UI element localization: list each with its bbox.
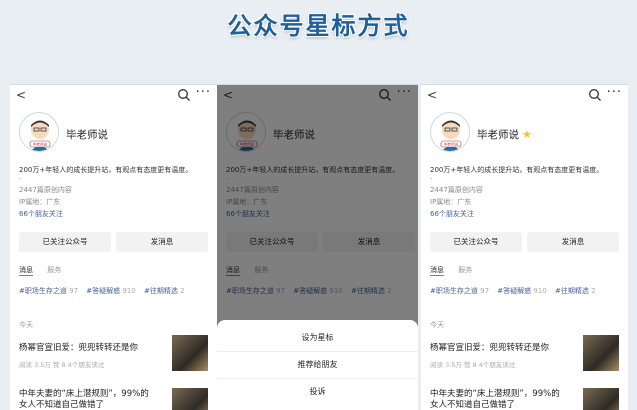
hashtag-label[interactable]: #往期精选	[144, 287, 178, 295]
original-count: 2447篇原创内容	[19, 186, 72, 194]
hashtag-count: 2	[591, 287, 596, 295]
recommend-menu-item[interactable]: 推荐给朋友	[217, 359, 418, 370]
ip-location: IP属地：广东	[430, 198, 472, 206]
hashtag-list: #职场生存之道 97 #答疑解惑 910 #往期精选 2	[19, 286, 191, 296]
article-thumbnail[interactable]	[583, 335, 619, 371]
set-star-menu-item[interactable]: 设为星标	[217, 332, 418, 343]
hashtag-label[interactable]: #往期精选	[555, 287, 589, 295]
hashtag-list: #职场生存之道 97 #答疑解惑 910 #往期精选 2	[430, 286, 602, 296]
friends-following[interactable]: 66个朋友关注	[19, 209, 63, 219]
description-dash: -	[19, 175, 22, 183]
search-icon[interactable]	[588, 88, 602, 102]
divider	[217, 351, 418, 352]
tab-services[interactable]: 服务	[47, 266, 61, 274]
description-dash: -	[430, 175, 433, 183]
ip-location: IP属地：广东	[19, 198, 61, 206]
report-menu-item[interactable]: 投诉	[217, 386, 418, 397]
article-title[interactable]: 杨幂官宣旧爱：兜兜转转还是你	[430, 343, 549, 354]
tab-bar: 消息 服务	[19, 265, 73, 276]
message-button[interactable]: 发消息	[116, 232, 208, 252]
hashtag-count: 97	[480, 287, 490, 295]
profile-panel-before: < ··· 毕老师说 毕老师说 200万+年轻人的成长提升站，有观点有态度更有温…	[10, 84, 217, 410]
avatar-badge-text: 毕老师说	[444, 142, 458, 147]
account-name: 毕老师说 ★	[477, 128, 532, 141]
page-title: 公众号星标方式	[227, 12, 410, 40]
tab-services[interactable]: 服务	[458, 266, 472, 274]
article-title[interactable]: 中年夫妻的“床上潜规则”，99%的 女人不知道自己做错了	[430, 389, 590, 410]
article-title[interactable]: 中年夫妻的“床上潜规则”，99%的 女人不知道自己做错了	[19, 389, 179, 410]
profile-panel-starred: < ··· 毕老师说 毕老师说 ★ 200万+年轻人的成长提升站，有观点有态度更有…	[421, 84, 628, 410]
account-description: 200万+年轻人的成长提升站，有观点有态度更有温度。	[430, 166, 604, 174]
avatar[interactable]: 毕老师说	[430, 112, 470, 152]
hashtag-label[interactable]: #答疑解惑	[497, 287, 531, 295]
followed-button[interactable]: 已关注公众号	[19, 232, 111, 252]
hashtag-label[interactable]: #答疑解惑	[86, 287, 120, 295]
message-button[interactable]: 发消息	[527, 232, 619, 252]
account-description: 200万+年轻人的成长提升站，有观点有态度更有温度。	[19, 166, 193, 174]
star-icon: ★	[522, 128, 532, 141]
avatar[interactable]: 毕老师说	[19, 112, 59, 152]
action-sheet: 设为星标 推荐给朋友 投诉	[217, 320, 418, 410]
back-arrow-icon[interactable]: <	[16, 88, 26, 102]
hashtag-label[interactable]: #职场生存之道	[19, 287, 67, 295]
tab-messages[interactable]: 消息	[19, 266, 33, 276]
top-bar: < ···	[10, 85, 217, 109]
top-bar: < ···	[421, 85, 628, 109]
search-icon[interactable]	[177, 88, 191, 102]
hashtag-count: 910	[122, 287, 136, 295]
friends-following[interactable]: 66个朋友关注	[430, 209, 474, 219]
original-count: 2447篇原创内容	[430, 186, 483, 194]
feed-section-label: 今天	[430, 321, 444, 329]
hashtag-count: 910	[533, 287, 547, 295]
avatar-badge-text: 毕老师说	[33, 142, 47, 147]
divider	[217, 378, 418, 379]
hashtag-count: 97	[69, 287, 79, 295]
article-thumbnail[interactable]	[583, 388, 619, 410]
article-thumbnail[interactable]	[172, 388, 208, 410]
more-icon[interactable]: ···	[607, 85, 622, 100]
tab-messages[interactable]: 消息	[430, 266, 444, 276]
more-icon[interactable]: ···	[196, 85, 211, 100]
article-thumbnail[interactable]	[172, 335, 208, 371]
article-title[interactable]: 杨幂官宣旧爱：兜兜转转还是你	[19, 343, 138, 354]
tab-bar: 消息 服务	[430, 265, 484, 276]
article-meta: 阅读 3.5万 赞 8 4个朋友读过	[430, 361, 516, 369]
hashtag-label[interactable]: #职场生存之道	[430, 287, 478, 295]
back-arrow-icon[interactable]: <	[427, 88, 437, 102]
feed-section-label: 今天	[19, 321, 33, 329]
profile-panel-menu: < ··· 毕老师说 毕老师说 200万+年轻人的成长提升站，有观点有态度更有温…	[217, 84, 418, 410]
hashtag-count: 2	[180, 287, 185, 295]
article-meta: 阅读 3.5万 赞 8 4个朋友读过	[19, 361, 105, 369]
followed-button[interactable]: 已关注公众号	[430, 232, 522, 252]
account-name: 毕老师说	[66, 129, 108, 141]
